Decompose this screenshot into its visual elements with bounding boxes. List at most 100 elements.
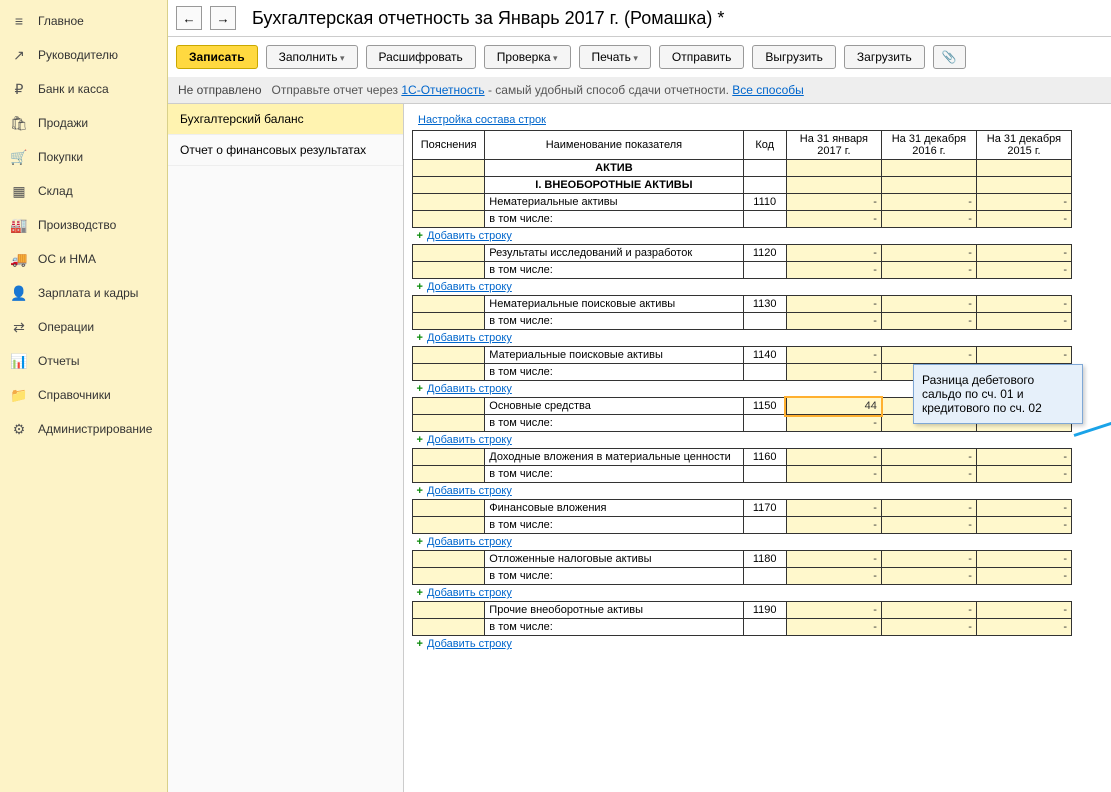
send-button[interactable]: Отправить bbox=[659, 45, 745, 69]
fill-button[interactable]: Заполнить bbox=[266, 45, 358, 69]
cell-expl[interactable] bbox=[413, 262, 485, 279]
configure-rows-link[interactable]: Настройка состава строк bbox=[418, 114, 546, 126]
cell-v2[interactable]: - bbox=[881, 296, 976, 313]
add-row-link[interactable]: Добавить строку bbox=[427, 230, 512, 242]
cell-v2[interactable]: - bbox=[881, 551, 976, 568]
cell-v1[interactable]: - bbox=[786, 194, 881, 211]
cell-v3[interactable]: - bbox=[976, 517, 1071, 534]
sidebar-item-12[interactable]: ⚙Администрирование bbox=[0, 412, 167, 446]
cell-v3[interactable]: - bbox=[976, 602, 1071, 619]
cell-v2[interactable]: - bbox=[881, 500, 976, 517]
cell-v2[interactable]: - bbox=[881, 347, 976, 364]
sidebar-item-0[interactable]: ≡Главное bbox=[0, 4, 167, 38]
cell-v2[interactable]: - bbox=[881, 194, 976, 211]
cell-v3[interactable]: - bbox=[976, 313, 1071, 330]
cell-expl[interactable] bbox=[413, 449, 485, 466]
cell-expl[interactable] bbox=[413, 296, 485, 313]
unload-button[interactable]: Выгрузить bbox=[752, 45, 836, 69]
link-1c-reporting[interactable]: 1С-Отчетность bbox=[401, 83, 484, 97]
cell-expl[interactable] bbox=[413, 619, 485, 636]
cell-v3[interactable]: - bbox=[976, 466, 1071, 483]
cell-v1[interactable]: - bbox=[786, 466, 881, 483]
cell-v2[interactable]: - bbox=[881, 245, 976, 262]
decode-button[interactable]: Расшифровать bbox=[366, 45, 476, 69]
cell-expl[interactable] bbox=[413, 313, 485, 330]
nav-back-button[interactable]: ← bbox=[176, 6, 202, 30]
cell-v1[interactable]: - bbox=[786, 602, 881, 619]
cell-expl[interactable] bbox=[413, 347, 485, 364]
cell-expl[interactable] bbox=[413, 160, 485, 177]
nav-forward-button[interactable]: → bbox=[210, 6, 236, 30]
save-button[interactable]: Записать bbox=[176, 45, 258, 69]
sidebar-item-7[interactable]: 🚚ОС и НМА bbox=[0, 242, 167, 276]
cell-expl[interactable] bbox=[413, 398, 485, 415]
cell-v3[interactable]: - bbox=[976, 449, 1071, 466]
cell-v2[interactable]: - bbox=[881, 619, 976, 636]
sidebar-item-3[interactable]: 🛍Продажи bbox=[0, 106, 167, 140]
sidebar-item-9[interactable]: ⇄Операции bbox=[0, 310, 167, 344]
cell-v2[interactable]: - bbox=[881, 262, 976, 279]
cell-expl[interactable] bbox=[413, 602, 485, 619]
cell-expl[interactable] bbox=[413, 568, 485, 585]
add-row-link[interactable]: Добавить строку bbox=[427, 536, 512, 548]
sidebar-item-8[interactable]: 👤Зарплата и кадры bbox=[0, 276, 167, 310]
cell-v1[interactable]: - bbox=[786, 245, 881, 262]
cell-v2[interactable]: - bbox=[881, 313, 976, 330]
cell-v3[interactable]: - bbox=[976, 347, 1071, 364]
cell-v2[interactable]: - bbox=[881, 602, 976, 619]
cell-v1[interactable]: - bbox=[786, 313, 881, 330]
cell-v1[interactable]: - bbox=[786, 347, 881, 364]
add-row-link[interactable]: Добавить строку bbox=[427, 587, 512, 599]
add-row-link[interactable]: Добавить строку bbox=[427, 281, 512, 293]
sidebar-item-1[interactable]: ↗Руководителю bbox=[0, 38, 167, 72]
sidebar-item-11[interactable]: 📁Справочники bbox=[0, 378, 167, 412]
add-row-link[interactable]: Добавить строку bbox=[427, 383, 512, 395]
add-row-link[interactable]: Добавить строку bbox=[427, 332, 512, 344]
cell-expl[interactable] bbox=[413, 551, 485, 568]
cell-v2[interactable]: - bbox=[881, 517, 976, 534]
cell-expl[interactable] bbox=[413, 415, 485, 432]
check-button[interactable]: Проверка bbox=[484, 45, 571, 69]
sidebar-item-6[interactable]: 🏭Производство bbox=[0, 208, 167, 242]
sidebar-item-4[interactable]: 🛒Покупки bbox=[0, 140, 167, 174]
cell-expl[interactable] bbox=[413, 500, 485, 517]
tab-1[interactable]: Отчет о финансовых результатах bbox=[168, 135, 403, 166]
cell-v3[interactable]: - bbox=[976, 551, 1071, 568]
load-button[interactable]: Загрузить bbox=[844, 45, 925, 69]
cell-v1[interactable]: - bbox=[786, 364, 881, 381]
add-row-link[interactable]: Добавить строку bbox=[427, 434, 512, 446]
cell-expl[interactable] bbox=[413, 245, 485, 262]
cell-v2[interactable]: - bbox=[881, 466, 976, 483]
cell-expl[interactable] bbox=[413, 194, 485, 211]
tab-0[interactable]: Бухгалтерский баланс bbox=[168, 104, 403, 135]
sidebar-item-5[interactable]: ▦Склад bbox=[0, 174, 167, 208]
attach-button[interactable]: 📎 bbox=[933, 45, 966, 69]
cell-v2[interactable]: - bbox=[881, 211, 976, 228]
sidebar-item-10[interactable]: 📊Отчеты bbox=[0, 344, 167, 378]
cell-v1[interactable]: - bbox=[786, 296, 881, 313]
add-row-link[interactable]: Добавить строку bbox=[427, 638, 512, 650]
cell-v3[interactable]: - bbox=[976, 211, 1071, 228]
add-row-link[interactable]: Добавить строку bbox=[427, 485, 512, 497]
cell-v1[interactable]: - bbox=[786, 568, 881, 585]
cell-v1[interactable]: - bbox=[786, 551, 881, 568]
cell-v3[interactable]: - bbox=[976, 262, 1071, 279]
cell-v1[interactable]: - bbox=[786, 500, 881, 517]
cell-v1[interactable]: - bbox=[786, 415, 881, 432]
cell-v2[interactable]: - bbox=[881, 568, 976, 585]
cell-v1[interactable]: 44 bbox=[786, 398, 881, 415]
sidebar-item-2[interactable]: ₽Банк и касса bbox=[0, 72, 167, 106]
cell-v1[interactable]: - bbox=[786, 619, 881, 636]
cell-v1[interactable]: - bbox=[786, 449, 881, 466]
cell-v3[interactable]: - bbox=[976, 245, 1071, 262]
cell-expl[interactable] bbox=[413, 466, 485, 483]
cell-expl[interactable] bbox=[413, 517, 485, 534]
cell-v3[interactable]: - bbox=[976, 568, 1071, 585]
cell-v1[interactable]: - bbox=[786, 262, 881, 279]
cell-v2[interactable]: - bbox=[881, 449, 976, 466]
cell-expl[interactable] bbox=[413, 211, 485, 228]
cell-v3[interactable]: - bbox=[976, 500, 1071, 517]
print-button[interactable]: Печать bbox=[579, 45, 651, 69]
cell-v1[interactable]: - bbox=[786, 211, 881, 228]
cell-v3[interactable]: - bbox=[976, 619, 1071, 636]
